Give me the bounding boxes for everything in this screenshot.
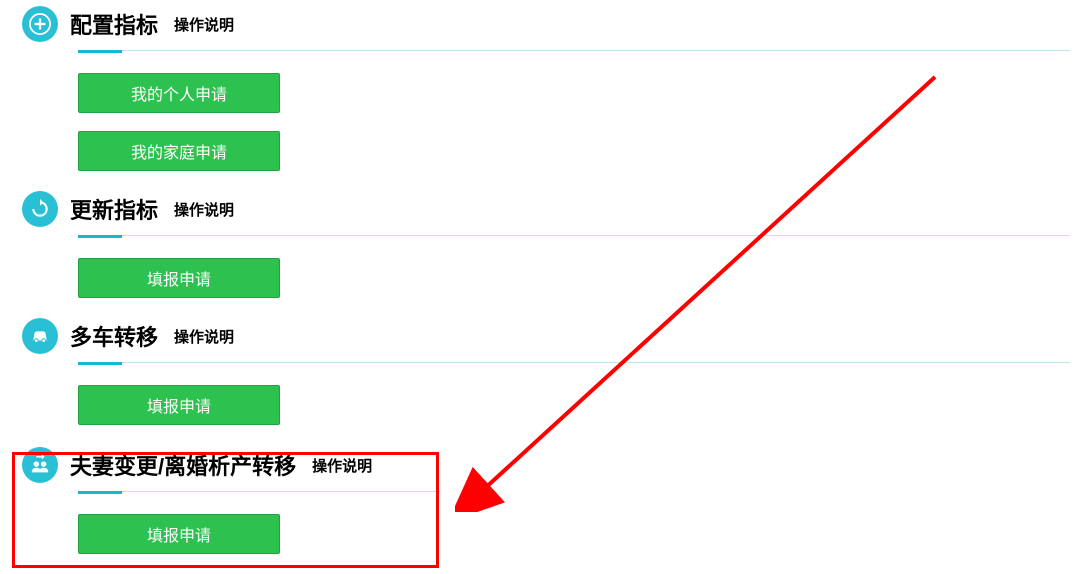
divider (78, 362, 1070, 365)
section-update-quota: 更新指标 操作说明 填报申请 (0, 187, 1080, 298)
operation-hint-link[interactable]: 操作说明 (174, 14, 234, 35)
refresh-icon (22, 191, 58, 227)
section-config-quota: 配置指标 操作说明 我的个人申请 我的家庭申请 (0, 0, 1080, 171)
button-column: 我的个人申请 我的家庭申请 (78, 73, 1080, 171)
personal-apply-button[interactable]: 我的个人申请 (78, 73, 280, 113)
divider (78, 491, 440, 494)
people-transfer-icon (22, 447, 58, 483)
section-header: 多车转移 操作说明 (0, 314, 1080, 354)
section-title: 配置指标 (70, 8, 158, 40)
button-column: 填报申请 (78, 385, 1080, 425)
family-apply-button[interactable]: 我的家庭申请 (78, 131, 280, 171)
section-header: 夫妻变更/离婚析产转移 操作说明 (0, 443, 1080, 483)
section-header: 更新指标 操作说明 (0, 187, 1080, 227)
plus-icon (22, 6, 58, 42)
operation-hint-link[interactable]: 操作说明 (174, 199, 234, 220)
submit-apply-button[interactable]: 填报申请 (78, 258, 280, 298)
car-icon (22, 318, 58, 354)
section-multi-car-transfer: 多车转移 操作说明 填报申请 (0, 314, 1080, 425)
section-title: 夫妻变更/离婚析产转移 (70, 449, 296, 481)
divider (78, 235, 1070, 238)
section-title: 更新指标 (70, 193, 158, 225)
section-header: 配置指标 操作说明 (0, 2, 1080, 42)
operation-hint-link[interactable]: 操作说明 (312, 455, 372, 476)
operation-hint-link[interactable]: 操作说明 (174, 326, 234, 347)
section-spouse-divorce-transfer: 夫妻变更/离婚析产转移 操作说明 填报申请 (0, 441, 1080, 554)
submit-apply-button[interactable]: 填报申请 (78, 385, 280, 425)
button-column: 填报申请 (78, 258, 1080, 298)
submit-apply-button[interactable]: 填报申请 (78, 514, 280, 554)
divider (78, 50, 1070, 53)
button-column: 填报申请 (78, 514, 1080, 554)
section-title: 多车转移 (70, 320, 158, 352)
